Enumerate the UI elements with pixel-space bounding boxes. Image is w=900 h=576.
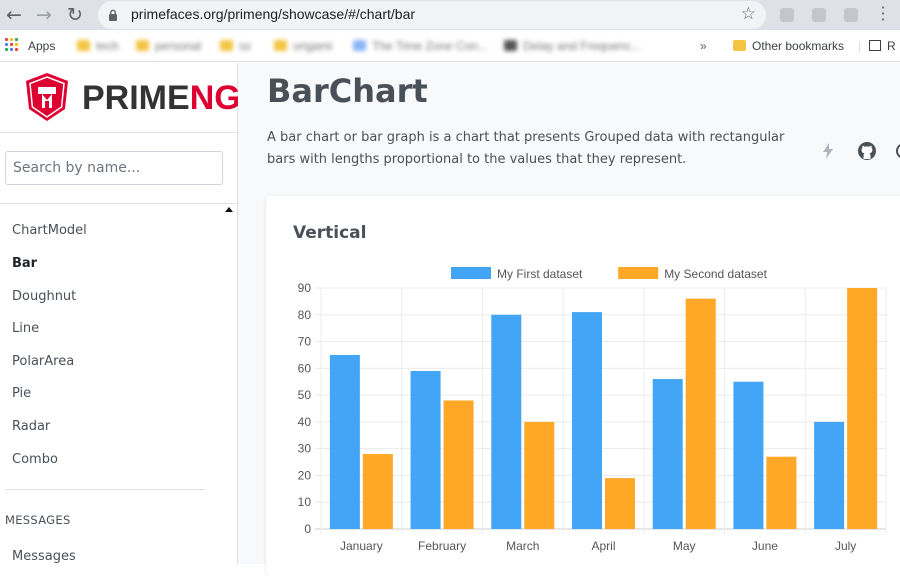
bookmark-star-icon[interactable]: ☆	[741, 4, 756, 24]
bar-1	[652, 379, 683, 529]
legend-label: My Second dataset	[664, 267, 767, 281]
legend-label: My First dataset	[497, 267, 583, 281]
y-tick-label: 20	[298, 468, 312, 482]
x-tick-label: April	[591, 539, 615, 553]
sidebar: PRIMENG ChartModel Bar Doughnut Line Pol…	[0, 63, 241, 564]
scroll-up-icon[interactable]	[225, 207, 233, 212]
bar-2	[362, 454, 393, 529]
y-tick-label: 0	[304, 522, 311, 536]
bookmarks-separator: |	[858, 39, 862, 53]
bar-1	[814, 421, 845, 529]
bar-1	[329, 354, 360, 529]
primeng-logo[interactable]: PRIMENG	[24, 72, 241, 124]
bar-chart: 0 10 20 30 40 50 60 70 80 90 January February March A…	[298, 267, 887, 553]
browser-toolbar: ← → ↻ primefaces.org/primeng/showcase/#/…	[0, 0, 900, 30]
divider	[0, 203, 238, 204]
x-tick-label: February	[418, 539, 466, 553]
sidebar-item-combo[interactable]: Combo	[12, 452, 58, 467]
extension-icon[interactable]	[780, 8, 794, 22]
divider	[0, 132, 238, 133]
y-tick-label: 70	[298, 335, 312, 349]
github-icon[interactable]	[857, 141, 877, 161]
sidebar-item-polararea[interactable]: PolarArea	[12, 354, 74, 369]
y-tick-label: 50	[298, 388, 312, 402]
bar-1	[410, 371, 441, 529]
x-tick-label: June	[752, 539, 778, 553]
more-icon[interactable]	[894, 141, 900, 161]
bar-2	[524, 421, 555, 529]
bookmark-apps[interactable]: Apps	[28, 38, 55, 54]
legend-swatch-2	[618, 267, 659, 279]
bookmark-reading-list[interactable]: R	[869, 38, 896, 54]
sidebar-item-messages[interactable]: Messages	[12, 549, 76, 564]
legend-swatch-1	[451, 267, 491, 279]
main-content: BarChart A bar chart or bar graph is a c…	[238, 63, 900, 576]
y-tick-label: 80	[298, 308, 312, 322]
page-description: A bar chart or bar graph is a chart that…	[267, 130, 785, 167]
forward-arrow-icon[interactable]: →	[32, 3, 56, 27]
bookmark-other[interactable]: Other bookmarks	[733, 38, 844, 54]
bar-2	[685, 298, 716, 529]
logo-wordmark: PRIMENG	[82, 79, 241, 117]
x-tick-label: May	[673, 539, 696, 553]
bookmark-timezone[interactable]: The Time Zone Con...	[353, 38, 488, 54]
sidebar-item-bar[interactable]: Bar	[12, 256, 37, 271]
bar-1	[572, 312, 602, 529]
bookmarks-bar: Apps tech personal ss origami The Time Z…	[0, 30, 900, 62]
bolt-icon[interactable]	[818, 141, 838, 161]
bar-2	[605, 478, 635, 529]
lock-icon	[109, 9, 117, 21]
apps-icon	[5, 38, 19, 52]
search-input[interactable]	[5, 151, 223, 185]
extension-icon[interactable]	[812, 8, 826, 22]
bookmark-origami[interactable]: origami	[274, 38, 332, 54]
y-tick-label: 90	[298, 281, 312, 295]
page-title: BarChart	[267, 72, 428, 110]
sidebar-item-chartmodel[interactable]: ChartModel	[12, 223, 87, 238]
bar-1	[491, 314, 522, 529]
bookmark-personal[interactable]: personal	[136, 38, 201, 54]
browser-menu-icon[interactable]: · · ·	[876, 0, 890, 28]
bookmark-tech[interactable]: tech	[77, 38, 119, 54]
sidebar-item-line[interactable]: Line	[12, 321, 39, 336]
y-tick-label: 30	[298, 442, 312, 456]
sidebar-item-radar[interactable]: Radar	[12, 419, 50, 434]
bar-2	[847, 288, 878, 529]
back-arrow-icon[interactable]: ←	[2, 3, 26, 27]
y-tick-label: 10	[298, 495, 312, 509]
divider	[5, 489, 205, 490]
section-title-messages: MESSAGES	[5, 513, 71, 527]
x-tick-label: January	[340, 539, 383, 553]
x-tick-label: March	[506, 539, 539, 553]
address-bar[interactable]: primefaces.org/primeng/showcase/#/chart/…	[98, 1, 766, 29]
bookmark-delay[interactable]: Delay and Frequenc...	[504, 38, 641, 54]
x-tick-label: July	[835, 539, 856, 553]
bookmarks-overflow-icon[interactable]: »	[700, 38, 707, 54]
y-tick-label: 40	[298, 415, 312, 429]
bar-2	[766, 456, 797, 529]
url-text: primefaces.org/primeng/showcase/#/chart/…	[131, 6, 416, 22]
bar-2	[443, 400, 474, 529]
chart-card: Vertical 0 10 20 30 40 50 60 70 80 90 January Febru…	[266, 196, 900, 576]
sidebar-item-pie[interactable]: Pie	[12, 386, 31, 401]
primeng-shield-icon	[26, 73, 68, 121]
sidebar-item-doughnut[interactable]: Doughnut	[12, 289, 76, 304]
profile-icon[interactable]	[844, 8, 858, 22]
bookmark-ss[interactable]: ss	[220, 38, 251, 54]
bar-1	[733, 381, 764, 529]
y-tick-label: 60	[298, 361, 312, 375]
reload-icon[interactable]: ↻	[63, 3, 87, 27]
